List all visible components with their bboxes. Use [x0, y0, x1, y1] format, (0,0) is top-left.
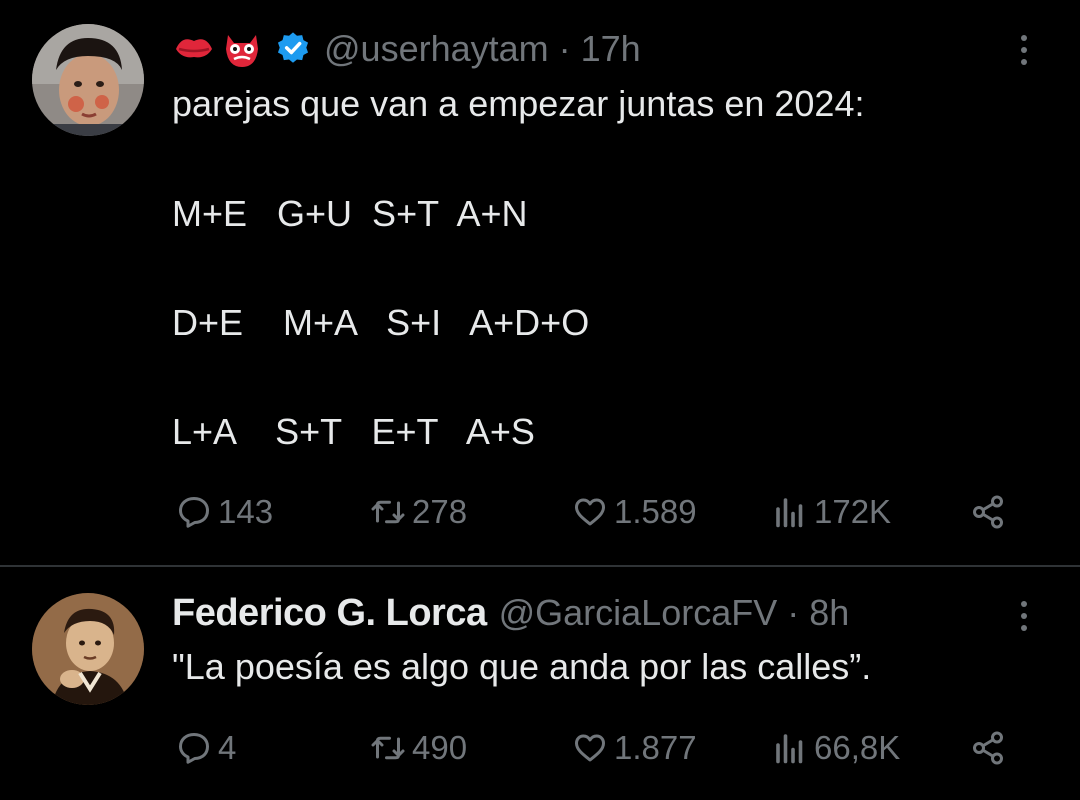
retweet-icon [371, 736, 405, 760]
retweet-count: 278 [412, 493, 468, 530]
reply-icon [179, 497, 209, 528]
separator-dot: · [787, 592, 800, 633]
verified-badge-icon [274, 30, 312, 68]
avatar[interactable] [32, 593, 144, 705]
author-display-name[interactable]: Federico G. Lorca [172, 592, 487, 635]
tweet-header: @userhaytam · 17h [172, 24, 641, 74]
tweet-header: Federico G. Lorca @GarciaLorcaFV · 8h [172, 588, 849, 638]
views-count: 172K [814, 493, 892, 530]
retweet-icon [371, 500, 405, 524]
reply-icon [179, 733, 209, 764]
share-button[interactable] [970, 488, 1006, 536]
tweet-timestamp[interactable]: 8h [809, 592, 849, 634]
share-button[interactable] [970, 724, 1006, 772]
retweet-button[interactable]: 490 [370, 724, 467, 772]
goblin-mask-icon [220, 27, 264, 71]
share-icon [973, 495, 1003, 529]
tweet[interactable]: Federico G. Lorca @GarciaLorcaFV · 8h "L… [0, 567, 1080, 800]
like-icon [575, 734, 605, 762]
like-count: 1.877 [614, 729, 697, 766]
reply-count: 4 [218, 729, 237, 766]
views-icon [776, 734, 803, 764]
author-handle[interactable]: @userhaytam [324, 28, 549, 70]
more-icon[interactable] [1012, 32, 1036, 68]
like-button[interactable]: 1.589 [572, 488, 697, 536]
like-count: 1.589 [614, 493, 697, 530]
kiss-mark-icon [172, 27, 216, 71]
retweet-button[interactable]: 278 [370, 488, 467, 536]
tweet[interactable]: @userhaytam · 17h parejas que van a empe… [0, 0, 1080, 566]
share-icon [973, 731, 1003, 765]
author-handle[interactable]: @GarciaLorcaFV [499, 592, 778, 634]
tweet-timestamp[interactable]: 17h [581, 28, 641, 70]
more-icon[interactable] [1012, 598, 1036, 634]
tweet-text-line: "La poesía es algo que anda por las call… [172, 646, 872, 687]
tweet-actions: 4 490 1.877 66,8K [0, 724, 1080, 772]
views-button[interactable]: 172K [772, 488, 891, 536]
like-button[interactable]: 1.877 [572, 724, 697, 772]
tweet-text-line: D+E M+A S+I A+D+O [172, 302, 590, 343]
reply-button[interactable]: 4 [176, 724, 236, 772]
separator-dot: · [558, 28, 571, 69]
tweet-text-line: parejas que van a empezar juntas en 2024… [172, 83, 865, 124]
tweet-actions: 143 278 1.589 172K [0, 488, 1080, 536]
retweet-count: 490 [412, 729, 468, 766]
views-button[interactable]: 66,8K [772, 724, 900, 772]
reply-button[interactable]: 143 [176, 488, 273, 536]
tweet-text-line: L+A S+T E+T A+S [172, 411, 535, 452]
reply-count: 143 [218, 493, 274, 530]
avatar[interactable] [32, 24, 144, 136]
views-icon [776, 498, 803, 528]
views-count: 66,8K [814, 729, 901, 766]
tweet-text-line: M+E G+U S+T A+N [172, 193, 528, 234]
like-icon [575, 498, 605, 526]
